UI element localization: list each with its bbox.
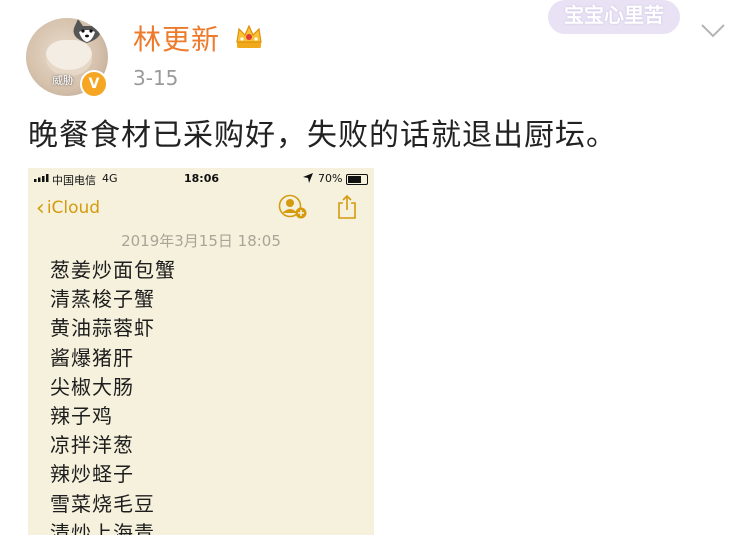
watermark: 宝宝心里苦: [548, 0, 680, 34]
note-item: 清炒上海青: [50, 520, 155, 535]
back-button[interactable]: ‹ iCloud: [36, 196, 100, 221]
note-item: 酱爆猪肝: [50, 345, 134, 370]
note-item: 辣炒蛏子: [50, 462, 134, 487]
battery-icon: [346, 174, 368, 185]
username[interactable]: 林更新: [133, 18, 220, 58]
signal-icon: [34, 174, 49, 182]
note-item: 凉拌洋葱: [50, 433, 134, 458]
note-item: 葱姜炒面包蟹: [50, 258, 176, 282]
network-type: 4G: [102, 172, 118, 185]
husky-icon: [73, 19, 101, 43]
crown-icon: [236, 24, 262, 48]
location-arrow-icon: [303, 173, 313, 183]
battery-percent: 70%: [318, 172, 343, 185]
battery-fill: [348, 176, 361, 183]
post-text: 晚餐食材已采购好，失败的话就退出厨坛。: [28, 118, 617, 153]
note-item: 尖椒大肠: [50, 374, 134, 399]
notes-screenshot[interactable]: 中国电信 4G 18:06 70% ‹ iCloud 2019年3月15日 18:…: [28, 168, 374, 535]
notes-nav-bar: ‹ iCloud: [28, 192, 374, 222]
avatar-tag: 威胁: [52, 74, 74, 87]
status-bar: 中国电信 4G 18:06 70%: [28, 168, 374, 190]
note-item: 雪菜烧毛豆: [50, 491, 155, 516]
back-label: iCloud: [46, 198, 101, 218]
share-icon[interactable]: [336, 194, 358, 220]
verified-icon: V: [80, 70, 108, 98]
note-list: 葱姜炒面包蟹 清蒸梭子蟹黄油蒜蓉虾酱爆猪肝尖椒大肠辣子鸡凉拌洋葱辣炒蛏子雪菜烧毛豆…: [50, 256, 176, 535]
chevron-down-icon[interactable]: [700, 22, 726, 40]
status-time: 18:06: [184, 172, 220, 185]
post-date: 3-15: [133, 66, 179, 90]
add-person-icon[interactable]: [278, 194, 308, 220]
carrier-name: 中国电信: [52, 174, 96, 187]
note-item: 清蒸梭子蟹: [50, 287, 155, 312]
note-item: 黄油蒜蓉虾: [50, 316, 155, 341]
chevron-left-icon: ‹: [36, 196, 45, 221]
note-item: 辣子鸡: [50, 404, 113, 429]
cat-paw-graphic: [46, 40, 92, 76]
note-date: 2019年3月15日 18:05: [121, 232, 281, 250]
